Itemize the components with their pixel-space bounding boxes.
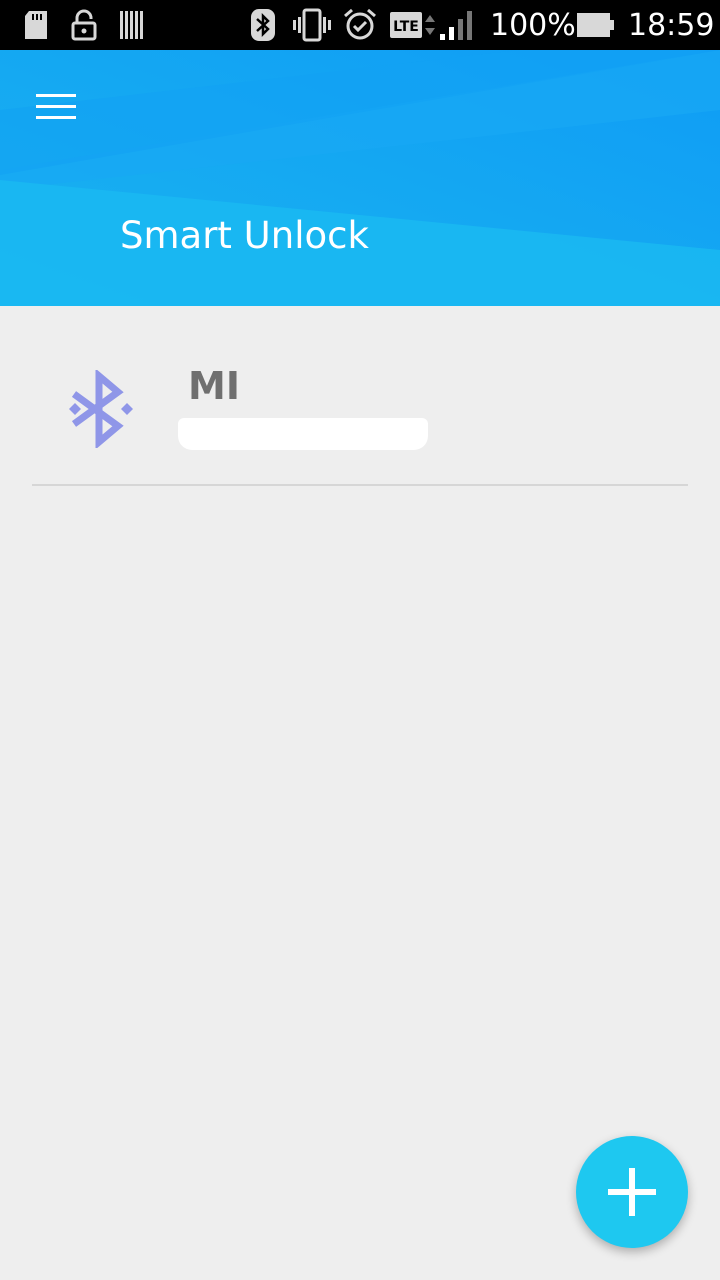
svg-text:LTE: LTE — [393, 19, 419, 35]
list-item-device[interactable]: MI — [32, 306, 688, 486]
bluetooth-icon — [69, 370, 133, 448]
bluetooth-icon — [248, 0, 278, 50]
smart-unlock-screen: LTE 100% 18:59 Smart Unlock MI — [0, 0, 720, 1280]
plus-icon — [608, 1168, 656, 1216]
sd-card-icon — [22, 0, 50, 50]
device-address-redacted — [178, 418, 428, 450]
lock-icon — [70, 0, 98, 50]
header-background — [0, 50, 720, 306]
signal-icon — [438, 0, 476, 50]
vibrate-icon — [292, 0, 332, 50]
app-header: Smart Unlock — [0, 50, 720, 306]
hamburger-menu-icon — [36, 94, 76, 119]
page-title: Smart Unlock — [120, 214, 369, 257]
clock: 18:59 — [628, 7, 715, 43]
battery-icon — [576, 0, 616, 50]
lte-icon: LTE — [388, 0, 424, 50]
menu-button[interactable] — [24, 80, 88, 134]
status-bar: LTE 100% 18:59 — [0, 0, 720, 50]
alarm-icon — [342, 0, 378, 50]
battery-percent: 100% — [490, 7, 576, 43]
add-device-button[interactable] — [576, 1136, 688, 1248]
data-activity-icon — [424, 0, 436, 50]
device-name: MI — [188, 364, 240, 408]
barcode-icon — [118, 0, 146, 50]
